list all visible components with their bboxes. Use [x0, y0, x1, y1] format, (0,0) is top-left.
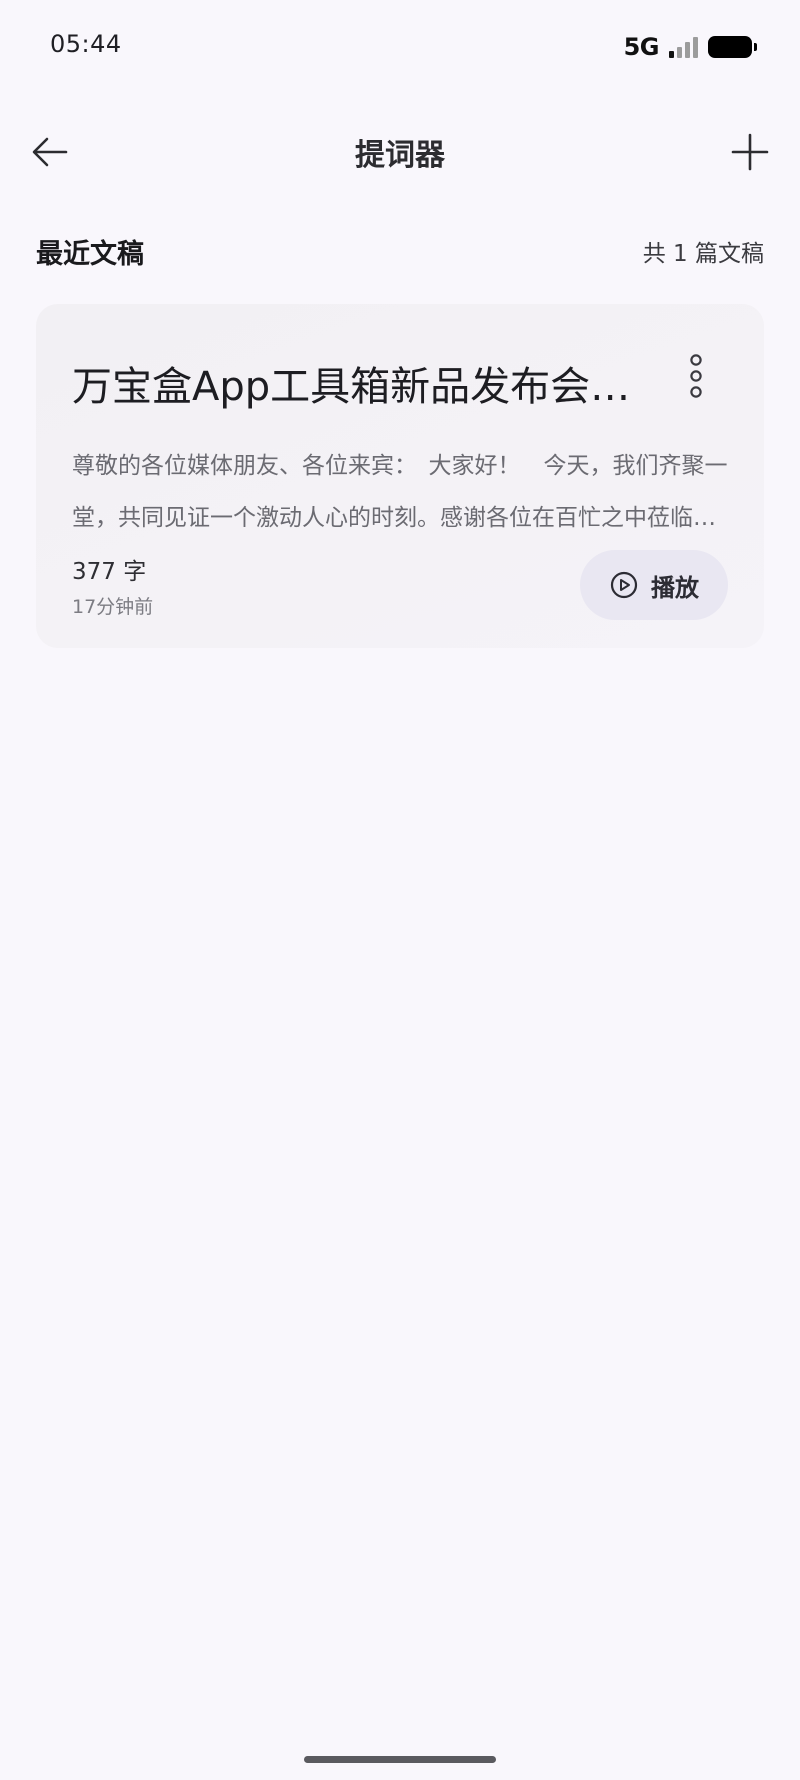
document-count: 共 1 篇文稿 — [642, 241, 764, 267]
add-document-button[interactable] — [726, 128, 774, 176]
play-circle-icon — [610, 571, 638, 599]
battery-icon — [708, 36, 757, 58]
document-title: 万宝盒App工具箱新品发布会演讲稿 — [72, 364, 652, 410]
app-header: 提词器 — [0, 112, 800, 192]
plus-icon — [731, 133, 769, 171]
more-options-button[interactable] — [674, 350, 718, 402]
document-preview: 尊敬的各位媒体朋友、各位来宾： 大家好！ 今天，我们齐聚一堂，共同见证一个激动人… — [72, 453, 728, 531]
recent-docs-header: 最近文稿 共 1 篇文稿 — [36, 232, 764, 272]
section-title: 最近文稿 — [36, 239, 144, 270]
home-indicator[interactable] — [304, 1756, 496, 1763]
network-type: 5G — [623, 33, 660, 61]
status-indicators: 5G — [623, 32, 757, 62]
more-vertical-icon — [690, 354, 702, 398]
word-count: 377 字 — [72, 559, 147, 585]
status-time: 05:44 — [50, 30, 122, 58]
page-title: 提词器 — [355, 138, 445, 173]
status-bar: 05:44 5G — [0, 0, 800, 92]
document-time: 17分钟前 — [72, 596, 154, 618]
signal-icon — [669, 36, 698, 58]
document-card[interactable]: 万宝盒App工具箱新品发布会演讲稿 尊敬的各位媒体朋友、各位来宾： 大家好！ 今… — [36, 304, 764, 648]
play-label: 播放 — [651, 573, 699, 602]
play-button[interactable]: 播放 — [580, 550, 728, 620]
